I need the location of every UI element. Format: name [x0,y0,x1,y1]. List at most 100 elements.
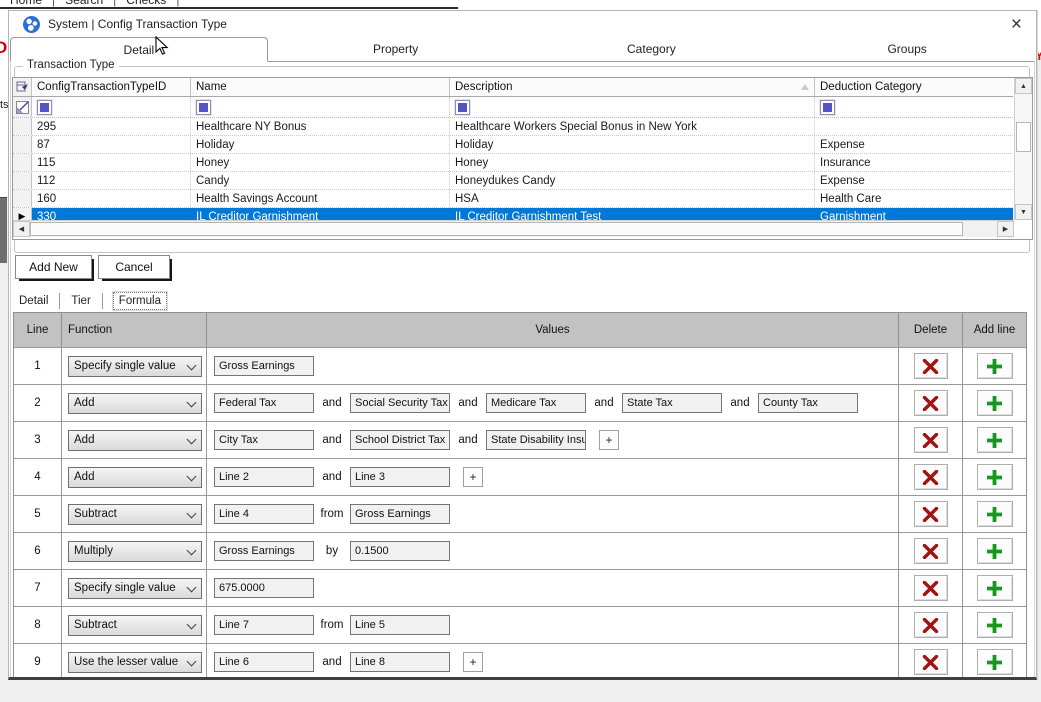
scroll-up-button[interactable]: ▲ [1015,78,1032,94]
add-line-button[interactable] [977,575,1013,601]
value-field[interactable]: Line 7 [214,615,314,635]
vertical-scroll-thumb[interactable] [1016,122,1031,152]
row-header-cell[interactable] [13,190,32,207]
cell-description[interactable]: Honey [450,154,815,171]
table-row[interactable]: 160Health Savings AccountHSAHealth Care [13,190,1013,208]
value-field[interactable]: Social Security Tax [350,393,450,413]
filter-cell-ded[interactable] [815,97,1037,117]
value-field[interactable]: Line 2 [214,467,314,487]
filter-checkbox-name[interactable] [196,100,211,115]
add-line-button[interactable] [977,464,1013,490]
background-menu-item-checks[interactable]: Checks [116,0,176,7]
table-row[interactable]: 112CandyHoneydukes CandyExpense [13,172,1013,190]
field-chooser-icon[interactable] [13,78,32,96]
cell-config-transaction-type-id[interactable]: 115 [32,154,191,171]
filter-clear-icon[interactable] [13,97,32,117]
cell-name[interactable]: Candy [191,172,450,189]
filter-checkbox-desc[interactable] [455,100,470,115]
column-header-ded[interactable]: Deduction Category [815,78,1037,96]
delete-line-button[interactable] [914,575,948,601]
table-row[interactable]: 87HolidayHolidayExpense [13,136,1013,154]
value-field[interactable]: Gross Earnings [214,356,314,376]
value-field[interactable]: Line 3 [350,467,450,487]
function-dropdown[interactable]: Subtract [68,504,202,525]
row-header-cell[interactable] [13,172,32,189]
value-field[interactable]: Line 6 [214,652,314,672]
cell-config-transaction-type-id[interactable]: 160 [32,190,191,207]
function-dropdown[interactable]: Use the lesser value [68,652,202,673]
table-row[interactable]: 115HoneyHoneyInsurance [13,154,1013,172]
row-header-cell[interactable] [13,154,32,171]
add-line-button[interactable] [977,538,1013,564]
function-dropdown[interactable]: Subtract [68,615,202,636]
column-header-desc[interactable]: Description [450,78,815,96]
add-value-button[interactable]: + [599,430,619,450]
cell-name[interactable]: Health Savings Account [191,190,450,207]
background-menu-item-home[interactable]: Home [0,0,52,7]
value-field[interactable]: School District Tax [350,430,450,450]
delete-line-button[interactable] [914,390,948,416]
cell-config-transaction-type-id[interactable]: 112 [32,172,191,189]
value-field[interactable]: 675.0000 [214,578,314,598]
cell-name[interactable]: Healthcare NY Bonus [191,118,450,135]
horizontal-scroll-thumb[interactable] [30,222,963,236]
subtab-detail[interactable]: Detail [14,293,53,309]
cancel-button[interactable]: Cancel [98,255,170,279]
value-field[interactable]: State Tax [622,393,722,413]
add-line-button[interactable] [977,353,1013,379]
function-dropdown[interactable]: Add [68,467,202,488]
value-field[interactable]: 0.1500 [350,541,450,561]
column-header-id[interactable]: ConfigTransactionTypeID [32,78,191,96]
delete-line-button[interactable] [914,464,948,490]
cell-description[interactable]: Healthcare Workers Special Bonus in New … [450,118,815,135]
delete-line-button[interactable] [914,649,948,675]
value-field[interactable]: Line 4 [214,504,314,524]
cell-config-transaction-type-id[interactable]: 295 [32,118,191,135]
delete-line-button[interactable] [914,501,948,527]
scroll-left-button[interactable]: ◀ [13,221,30,237]
add-line-button[interactable] [977,390,1013,416]
cell-config-transaction-type-id[interactable]: 87 [32,136,191,153]
value-field[interactable]: City Tax [214,430,314,450]
filter-cell-id[interactable] [32,97,191,117]
function-dropdown[interactable]: Specify single value [68,578,202,599]
tab-property[interactable]: Property [268,37,524,61]
cell-description[interactable]: HSA [450,190,815,207]
cell-name[interactable]: Holiday [191,136,450,153]
cell-deduction-category[interactable] [815,118,1037,135]
row-header-cell[interactable] [13,118,32,135]
function-dropdown[interactable]: Add [68,393,202,414]
cell-deduction-category[interactable]: Expense [815,172,1037,189]
filter-cell-name[interactable] [191,97,450,117]
function-dropdown[interactable]: Specify single value [68,356,202,377]
close-icon[interactable]: × [1011,15,1022,34]
scroll-down-button[interactable]: ▼ [1015,204,1032,220]
table-row[interactable]: 295Healthcare NY BonusHealthcare Workers… [13,118,1013,136]
value-field[interactable]: Medicare Tax [486,393,586,413]
cell-deduction-category[interactable]: Expense [815,136,1037,153]
column-header-name[interactable]: Name [191,78,450,96]
grid-vertical-scrollbar[interactable]: ▲ ▼ [1014,78,1032,220]
add-value-button[interactable]: + [463,652,483,672]
subtab-tier[interactable]: Tier [66,293,95,309]
value-field[interactable]: Line 8 [350,652,450,672]
delete-line-button[interactable] [914,538,948,564]
cell-deduction-category[interactable]: Health Care [815,190,1037,207]
add-new-button[interactable]: Add New [15,255,92,279]
value-field[interactable]: Line 5 [350,615,450,635]
value-field[interactable]: Gross Earnings [350,504,450,524]
tab-groups[interactable]: Groups [779,37,1035,61]
add-line-button[interactable] [977,427,1013,453]
filter-checkbox-ded[interactable] [820,100,835,115]
value-field[interactable]: State Disability Insu [486,430,586,450]
add-line-button[interactable] [977,612,1013,638]
row-header-cell[interactable] [13,136,32,153]
filter-cell-desc[interactable] [450,97,815,117]
function-dropdown[interactable]: Multiply [68,541,202,562]
filter-checkbox-id[interactable] [37,100,52,115]
add-value-button[interactable]: + [463,467,483,487]
cell-deduction-category[interactable]: Insurance [815,154,1037,171]
subtab-formula[interactable]: Formula [113,292,167,310]
add-line-button[interactable] [977,649,1013,675]
delete-line-button[interactable] [914,353,948,379]
